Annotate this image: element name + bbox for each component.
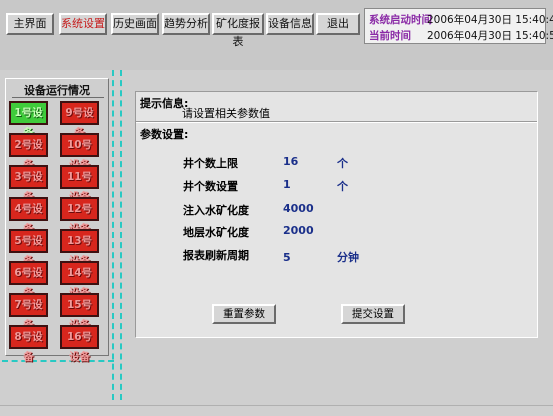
device-4-button[interactable]: 4号设备 xyxy=(9,197,48,235)
nav-trend-button[interactable]: 趋势分析 xyxy=(162,13,210,35)
start-time-label: 系统启动时间 xyxy=(369,14,432,26)
param-unit-well-count: 个 xyxy=(337,180,348,193)
device-1-button[interactable]: 1号设备 xyxy=(9,101,48,139)
device-15-button[interactable]: 15号设备 xyxy=(60,293,99,331)
submit-settings-button[interactable]: 提交设置 xyxy=(341,304,405,324)
divider-horizontal xyxy=(2,360,114,362)
divider-vertical xyxy=(112,70,114,400)
device-12-button[interactable]: 12号设备 xyxy=(60,197,99,235)
status-panel: 系统启动时间 2006年04月30日 15:40:46 当前时间 2006年04… xyxy=(364,8,553,44)
nav-history-button[interactable]: 历史画面 xyxy=(111,13,159,35)
param-label-formation-salinity: 地层水矿化度 xyxy=(183,226,249,239)
nav-device-info-button[interactable]: 设备信息 xyxy=(266,13,314,35)
nav-exit-button[interactable]: 退出 xyxy=(316,13,360,35)
device-13-button[interactable]: 13号设备 xyxy=(60,229,99,267)
panel-separator xyxy=(136,121,537,123)
device-16-button[interactable]: 16号设备 xyxy=(60,325,99,363)
param-unit-well-limit: 个 xyxy=(337,157,348,170)
current-time-label: 当前时间 xyxy=(369,30,411,42)
param-value-injection-salinity[interactable]: 4000 xyxy=(283,202,314,215)
params-label: 参数设置: xyxy=(140,128,189,141)
device-8-button[interactable]: 8号设备 xyxy=(9,325,48,363)
device-panel-title: 设备运行情况 xyxy=(24,84,90,97)
top-toolbar: 主界面 系统设置 历史画面 趋势分析 矿化度报表 设备信息 退出 系统启动时间 … xyxy=(0,0,553,70)
device-10-button[interactable]: 10号设备 xyxy=(60,133,99,171)
device-5-button[interactable]: 5号设备 xyxy=(9,229,48,267)
device-14-button[interactable]: 14号设备 xyxy=(60,261,99,299)
device-7-button[interactable]: 7号设备 xyxy=(9,293,48,331)
param-label-well-limit: 井个数上限 xyxy=(183,157,238,170)
param-value-formation-salinity[interactable]: 2000 xyxy=(283,224,314,237)
bottom-bar xyxy=(0,405,553,416)
nav-main-button[interactable]: 主界面 xyxy=(6,13,54,35)
param-label-injection-salinity: 注入水矿化度 xyxy=(183,204,249,217)
device-9-button[interactable]: 9号设备 xyxy=(60,101,99,139)
param-value-well-limit[interactable]: 16 xyxy=(283,155,298,168)
settings-panel: 提示信息: 请设置相关参数值 参数设置: 井个数上限 16 个 井个数设置 1 … xyxy=(135,91,538,338)
current-time-value: 2006年04月30日 15:40:54 xyxy=(427,30,553,42)
device-2-button[interactable]: 2号设备 xyxy=(9,133,48,171)
device-panel-title-underline xyxy=(12,97,104,98)
device-status-panel: 设备运行情况 1号设备 9号设备 2号设备 10号设备 3号设备 11号设备 4… xyxy=(5,78,109,363)
device-6-button[interactable]: 6号设备 xyxy=(9,261,48,299)
param-value-refresh-period[interactable]: 5 xyxy=(283,251,291,264)
hint-text: 请设置相关参数值 xyxy=(182,107,270,120)
param-label-refresh-period: 报表刷新周期 xyxy=(183,249,249,262)
device-11-button[interactable]: 11号设备 xyxy=(60,165,99,203)
param-label-well-count: 井个数设置 xyxy=(183,180,238,193)
nav-report-button[interactable]: 矿化度报表 xyxy=(212,13,264,48)
start-time-value: 2006年04月30日 15:40:46 xyxy=(427,14,553,26)
device-3-button[interactable]: 3号设备 xyxy=(9,165,48,203)
param-unit-refresh-period: 分钟 xyxy=(337,251,359,264)
param-value-well-count[interactable]: 1 xyxy=(283,178,291,191)
nav-settings-button[interactable]: 系统设置 xyxy=(59,13,107,35)
divider-vertical-2 xyxy=(120,70,122,400)
reset-params-button[interactable]: 重置参数 xyxy=(212,304,276,324)
